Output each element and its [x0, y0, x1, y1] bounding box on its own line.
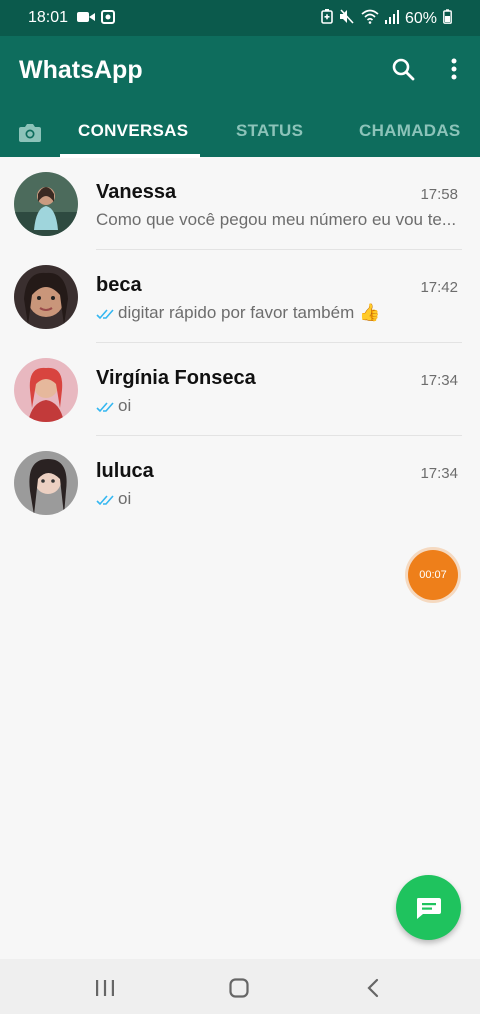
chat-preview-text: oi — [118, 489, 132, 508]
new-chat-icon — [417, 898, 441, 919]
chat-time: 17:42 — [420, 279, 458, 296]
app-bar: WhatsApp CONVERSAS STATUS CHAMADAS — [0, 36, 480, 158]
chat-preview-text: digitar rápido por favor também 👍 — [118, 303, 381, 322]
chat-preview: oi — [96, 489, 472, 509]
system-nav-bar — [0, 959, 480, 1014]
chat-time: 17:58 — [420, 186, 458, 203]
battery-icon — [443, 9, 452, 29]
chat-name: luluca — [96, 460, 154, 482]
chat-preview: digitar rápido por favor também 👍 — [96, 303, 472, 323]
chat-name: beca — [96, 274, 142, 296]
avatar[interactable] — [14, 451, 78, 515]
wifi-icon — [361, 9, 379, 29]
chat-time: 17:34 — [420, 465, 458, 482]
signal-icon — [384, 9, 399, 29]
mute-icon — [339, 9, 355, 29]
home-icon[interactable] — [229, 978, 249, 1003]
search-icon[interactable] — [390, 56, 418, 84]
more-options-icon[interactable] — [442, 56, 466, 84]
avatar[interactable] — [14, 265, 78, 329]
chat-list: Vanessa 17:58 Como que você pegou meu nú… — [0, 157, 480, 529]
chat-row-vanessa[interactable]: Vanessa 17:58 Como que você pegou meu nú… — [0, 157, 480, 250]
status-bar: 18:01 60% — [0, 0, 480, 36]
double-check-icon — [96, 492, 116, 506]
new-chat-button[interactable] — [396, 875, 461, 940]
video-record-icon — [77, 10, 95, 29]
chat-row-virginia-fonseca[interactable]: Virgínia Fonseca 17:34 oi — [0, 343, 480, 436]
tab-status[interactable]: STATUS — [236, 121, 303, 141]
screen-recorder-timer[interactable]: 00:07 — [408, 550, 458, 600]
avatar[interactable] — [14, 172, 78, 236]
double-check-icon — [96, 399, 116, 413]
tab-conversas[interactable]: CONVERSAS — [78, 121, 188, 141]
tab-bar: CONVERSAS STATUS CHAMADAS — [0, 110, 480, 158]
double-check-icon — [96, 306, 116, 320]
tab-chamadas[interactable]: CHAMADAS — [359, 121, 461, 141]
chat-time: 17:34 — [420, 372, 458, 389]
battery-saver-icon — [321, 9, 333, 29]
chat-row-beca[interactable]: beca 17:42 digitar rápido por favor tamb… — [0, 250, 480, 343]
chat-preview: Como que você pegou meu número eu vou te… — [96, 210, 472, 230]
recent-apps-icon[interactable] — [95, 979, 115, 1002]
status-time: 18:01 — [28, 9, 69, 26]
chat-row-luluca[interactable]: luluca 17:34 oi — [0, 436, 480, 529]
chat-preview-text: oi — [118, 396, 132, 415]
app-title: WhatsApp — [19, 56, 143, 84]
camera-icon[interactable] — [14, 118, 46, 146]
chat-name: Virgínia Fonseca — [96, 367, 256, 389]
chat-name: Vanessa — [96, 181, 177, 203]
avatar[interactable] — [14, 358, 78, 422]
battery-percent: 60% — [404, 10, 437, 27]
screen-record-icon — [101, 10, 115, 29]
back-icon[interactable] — [366, 978, 380, 1003]
chat-preview: oi — [96, 396, 472, 416]
chat-preview-text: Como que você pegou meu número eu vou te… — [96, 210, 457, 229]
